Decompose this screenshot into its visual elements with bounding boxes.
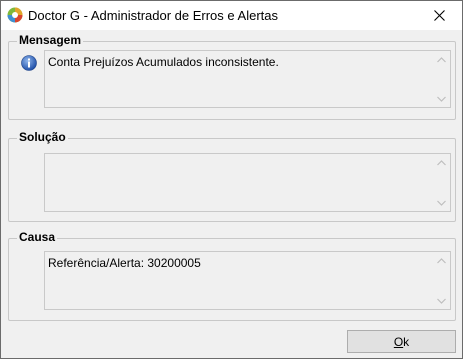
causa-group-title: Causa bbox=[17, 230, 58, 244]
chevron-up-icon bbox=[437, 56, 446, 62]
scroll-up-button[interactable] bbox=[433, 51, 450, 68]
chevron-down-icon bbox=[437, 200, 446, 206]
chevron-down-icon bbox=[437, 298, 446, 304]
chevron-up-icon bbox=[437, 159, 446, 165]
chevron-down-icon bbox=[437, 96, 446, 102]
ok-label-rest: k bbox=[403, 334, 410, 349]
ok-accelerator-letter: O bbox=[393, 334, 404, 349]
app-icon bbox=[7, 7, 23, 23]
window-title: Doctor G - Administrador de Erros e Aler… bbox=[28, 8, 278, 23]
ok-button[interactable]: Ok bbox=[347, 330, 456, 353]
mensagem-scrollbar[interactable] bbox=[433, 51, 450, 107]
mensagem-textbox[interactable]: Conta Prejuízos Acumulados inconsistente… bbox=[44, 50, 451, 108]
dialog-window: Doctor G - Administrador de Erros e Aler… bbox=[0, 0, 463, 359]
causa-textbox[interactable]: Referência/Alerta: 30200005 bbox=[44, 251, 451, 310]
scroll-up-button[interactable] bbox=[433, 252, 450, 269]
scroll-down-button[interactable] bbox=[433, 292, 450, 309]
causa-group: Causa Referência/Alerta: 30200005 bbox=[8, 230, 456, 321]
mensagem-text: Conta Prejuízos Acumulados inconsistente… bbox=[48, 55, 279, 69]
scroll-down-button[interactable] bbox=[433, 194, 450, 211]
close-icon bbox=[433, 10, 445, 21]
causa-text: Referência/Alerta: 30200005 bbox=[48, 256, 201, 270]
scroll-up-button[interactable] bbox=[433, 154, 450, 171]
chevron-up-icon bbox=[437, 257, 446, 263]
solucao-textbox[interactable] bbox=[44, 153, 451, 212]
causa-scrollbar[interactable] bbox=[433, 252, 450, 309]
solucao-group: Solução bbox=[8, 130, 456, 222]
solucao-scrollbar[interactable] bbox=[433, 154, 450, 211]
mensagem-group-title: Mensagem bbox=[17, 33, 84, 47]
info-icon bbox=[21, 55, 37, 71]
close-button[interactable] bbox=[416, 1, 462, 30]
solucao-group-title: Solução bbox=[17, 130, 68, 144]
mensagem-group: Mensagem Conta Prejuízos Acumulados inco… bbox=[8, 33, 456, 120]
title-bar[interactable]: Doctor G - Administrador de Erros e Aler… bbox=[1, 1, 462, 30]
scroll-down-button[interactable] bbox=[433, 90, 450, 107]
